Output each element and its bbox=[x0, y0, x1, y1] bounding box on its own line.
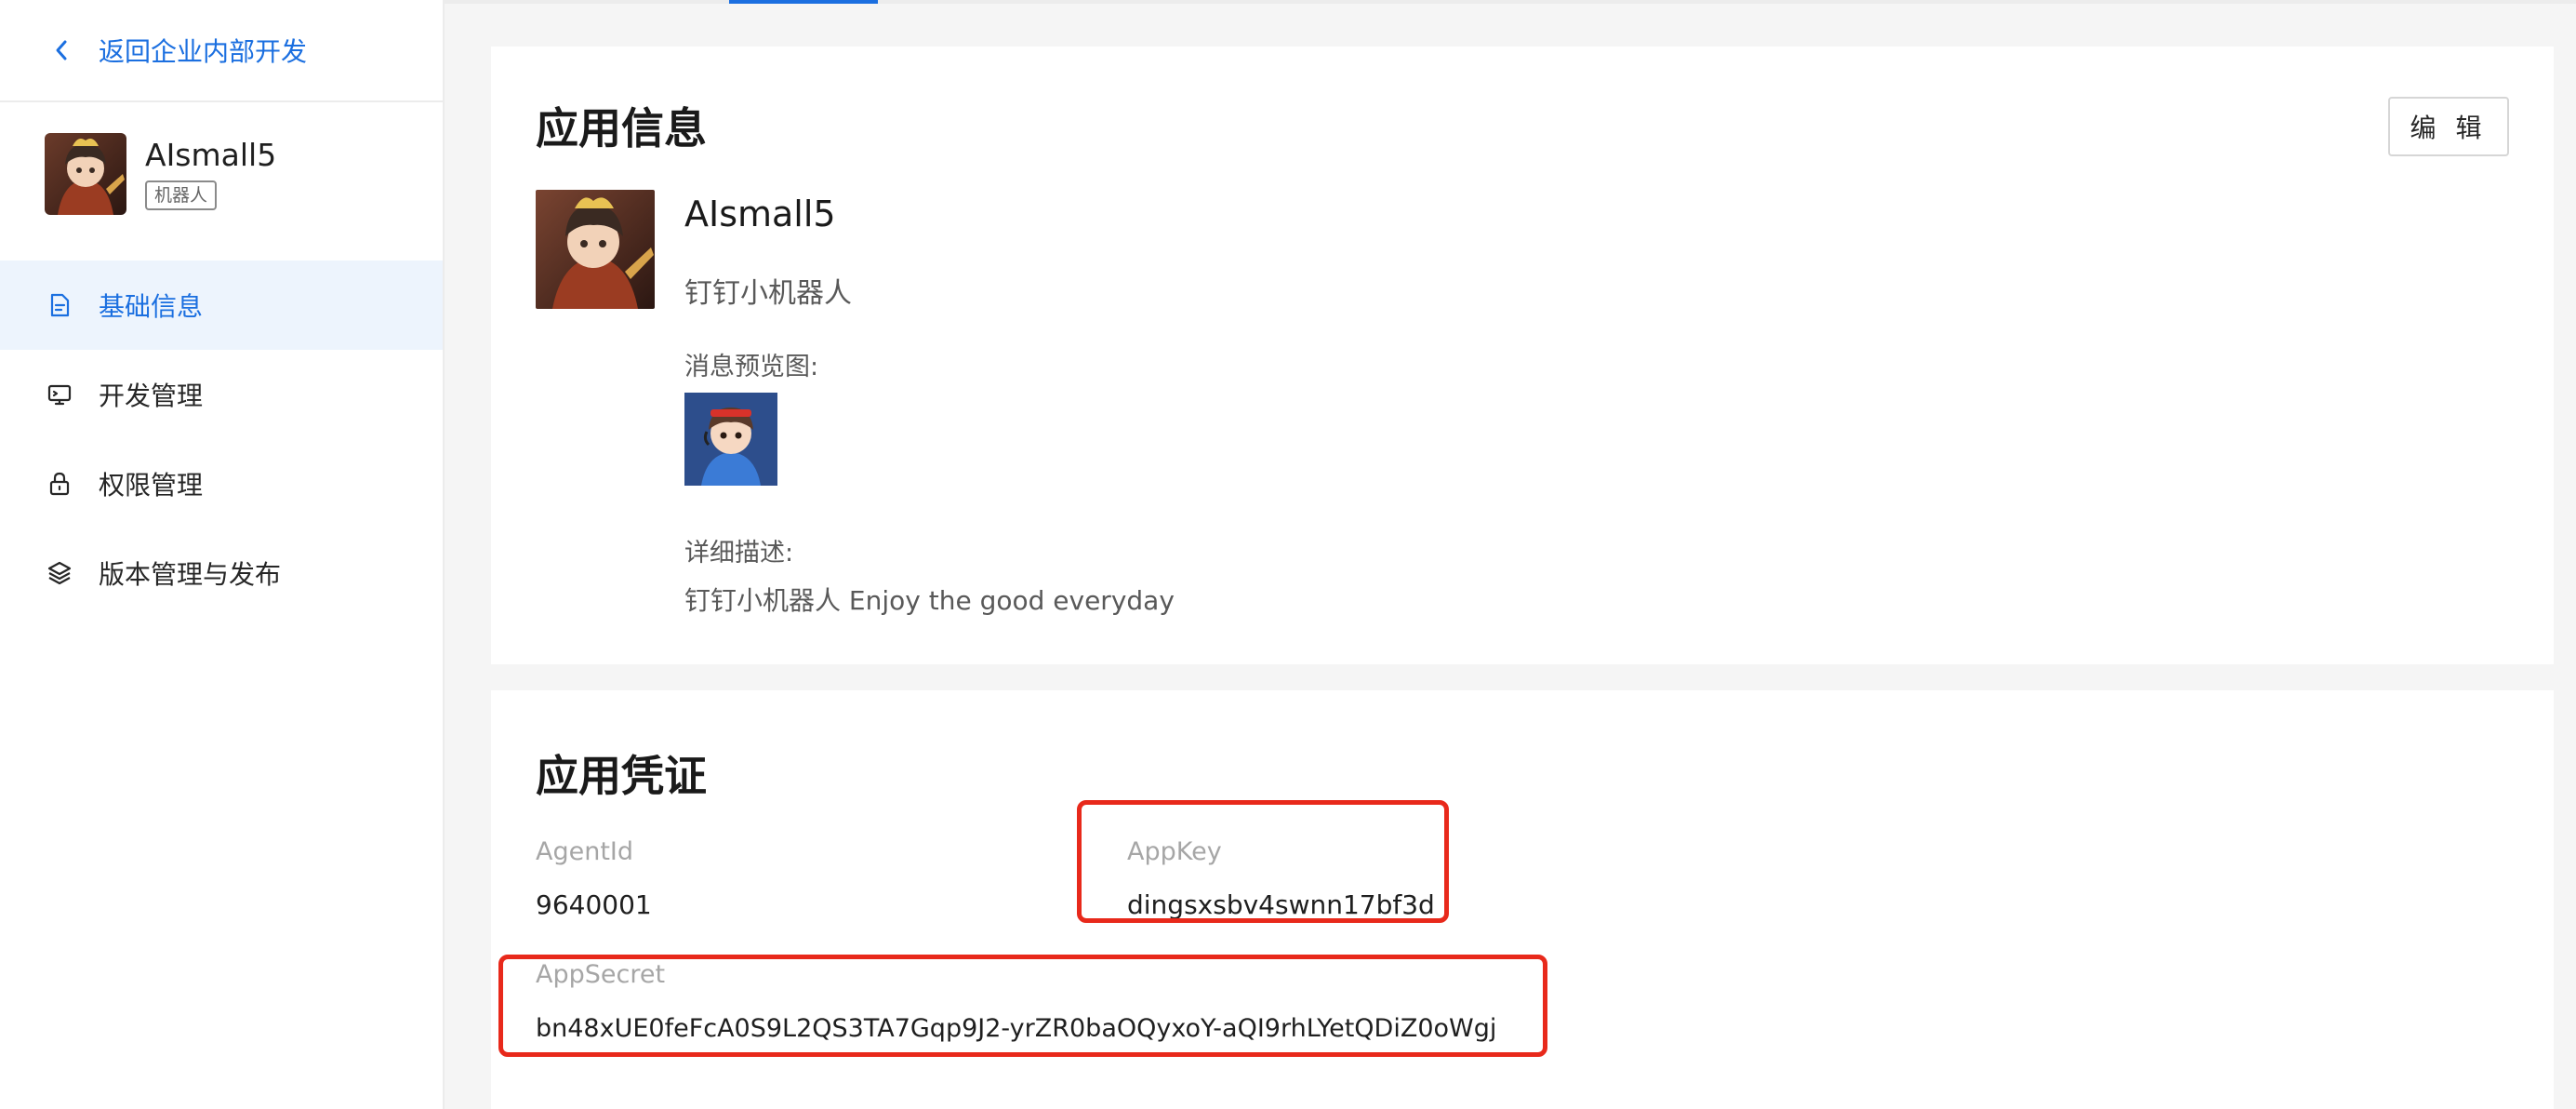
sidebar-item-label: 开发管理 bbox=[99, 381, 204, 411]
sidebar-item-label: 基础信息 bbox=[99, 291, 204, 322]
preview-label: 消息预览图: bbox=[684, 353, 819, 381]
chevron-left-icon bbox=[56, 40, 67, 60]
app-key-value: dingsxsbv4swnn17bf3d bbox=[1127, 889, 1435, 920]
back-link[interactable]: 返回企业内部开发 bbox=[52, 32, 307, 69]
divider bbox=[0, 100, 443, 102]
app-avatar bbox=[536, 190, 655, 309]
app-name: AIsmall5 bbox=[145, 137, 277, 173]
app-info-card: 应用信息 编 辑 AIsmall5 钉钉小机器人 消息预览图: 详细描述: 钉钉… bbox=[491, 47, 2554, 664]
description-label: 详细描述: bbox=[684, 539, 794, 568]
active-tab-indicator bbox=[729, 0, 878, 4]
app-description: 钉钉小机器人 Enjoy the good everyday bbox=[684, 585, 1175, 616]
app-secret-value: bn48xUE0feFcA0S9L2QS3TA7Gqp9J2-yrZR0baOQ… bbox=[536, 1014, 1497, 1043]
section-title: 应用信息 bbox=[536, 103, 707, 154]
message-preview-image bbox=[684, 393, 777, 486]
app-subtitle: 钉钉小机器人 bbox=[684, 277, 852, 310]
sidebar-item-label: 权限管理 bbox=[99, 470, 204, 501]
app-credentials-card: 应用凭证 AgentId 9640001 AppKey dingsxsbv4sw… bbox=[491, 690, 2554, 1109]
monitor-icon bbox=[47, 384, 72, 406]
agent-id-value: 9640001 bbox=[536, 889, 652, 920]
sidebar-item-basic-info[interactable]: 基础信息 bbox=[0, 261, 443, 350]
app-name: AIsmall5 bbox=[684, 194, 836, 234]
layers-icon bbox=[47, 561, 72, 585]
sidebar-item-versions[interactable]: 版本管理与发布 bbox=[0, 528, 443, 618]
section-title: 应用凭证 bbox=[536, 751, 707, 801]
lock-icon bbox=[49, 472, 70, 496]
app-avatar bbox=[45, 133, 126, 215]
sidebar-item-dev-management[interactable]: 开发管理 bbox=[0, 350, 443, 439]
agent-id-label: AgentId bbox=[536, 837, 634, 866]
back-link-label: 返回企业内部开发 bbox=[99, 36, 308, 67]
sidebar-item-permissions[interactable]: 权限管理 bbox=[0, 439, 443, 528]
sidebar: 返回企业内部开发 AIsmall5 机器人 基础信息 开发管理 权限管理 版本管… bbox=[0, 0, 445, 1109]
app-secret-label: AppSecret bbox=[536, 960, 666, 989]
edit-button[interactable]: 编 辑 bbox=[2388, 97, 2509, 156]
app-key-label: AppKey bbox=[1127, 837, 1222, 866]
app-summary: AIsmall5 机器人 bbox=[45, 133, 276, 215]
sidebar-item-label: 版本管理与发布 bbox=[99, 559, 282, 590]
document-icon bbox=[50, 293, 70, 317]
sidebar-nav: 基础信息 开发管理 权限管理 版本管理与发布 bbox=[0, 261, 443, 618]
app-type-badge: 机器人 bbox=[145, 180, 218, 210]
